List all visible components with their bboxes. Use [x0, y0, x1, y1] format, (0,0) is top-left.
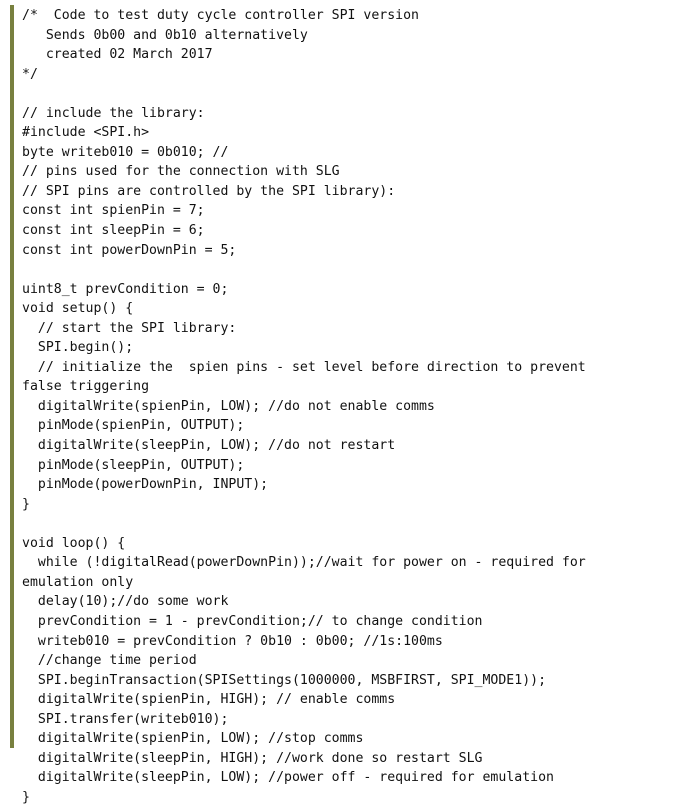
code-line: pinMode(sleepPin, OUTPUT); [22, 457, 245, 473]
code-line: SPI.begin(); [22, 340, 134, 356]
code-line: Sends 0b00 and 0b10 alternatively [22, 27, 308, 43]
code-line: emulation only [22, 574, 134, 590]
code-line: byte writeb010 = 0b010; // [22, 144, 229, 160]
code-line: prevCondition = 1 - prevCondition;// to … [22, 613, 483, 629]
code-listing: /* Code to test duty cycle controller SP… [0, 0, 688, 805]
code-line: // include the library: [22, 105, 205, 121]
code-line: digitalWrite(sleepPin, LOW); //do not re… [22, 438, 396, 454]
code-line: SPI.transfer(writeb010); [22, 711, 229, 727]
code-line: } [22, 789, 30, 805]
code-line: void loop() { [22, 535, 126, 551]
code-line: SPI.beginTransaction(SPISettings(1000000… [22, 672, 547, 688]
code-line: digitalWrite(spienPin, LOW); //stop comm… [22, 731, 364, 747]
code-line: digitalWrite(sleepPin, HIGH); //work don… [22, 750, 483, 766]
code-line: digitalWrite(spienPin, HIGH); // enable … [22, 692, 396, 708]
code-line: pinMode(spienPin, OUTPUT); [22, 418, 245, 434]
code-line: writeb010 = prevCondition ? 0b10 : 0b00;… [22, 633, 443, 649]
code-line: // start the SPI library: [22, 320, 237, 336]
code-text-area[interactable]: /* Code to test duty cycle controller SP… [0, 6, 688, 807]
code-line: false triggering [22, 379, 150, 395]
code-line: /* Code to test duty cycle controller SP… [22, 8, 419, 23]
code-line: //change time period [22, 653, 197, 669]
code-line: delay(10);//do some work [22, 594, 229, 610]
code-line: const int powerDownPin = 5; [22, 242, 237, 258]
code-line: */ [22, 66, 38, 82]
code-line: digitalWrite(spienPin, LOW); //do not en… [22, 398, 435, 414]
code-line: digitalWrite(sleepPin, LOW); //power off… [22, 770, 554, 786]
code-line: // initialize the spien pins - set level… [22, 359, 586, 375]
code-line: } [22, 496, 30, 512]
code-line: void setup() { [22, 301, 134, 317]
code-line: const int spienPin = 7; [22, 203, 205, 219]
code-line: uint8_t prevCondition = 0; [22, 281, 229, 297]
code-line: while (!digitalRead(powerDownPin));//wai… [22, 555, 586, 571]
code-line: created 02 March 2017 [22, 47, 213, 63]
code-line: pinMode(powerDownPin, INPUT); [22, 477, 269, 493]
code-line: #include <SPI.h> [22, 125, 150, 141]
code-line: const int sleepPin = 6; [22, 223, 205, 239]
code-line: // SPI pins are controlled by the SPI li… [22, 183, 396, 199]
code-line: // pins used for the connection with SLG [22, 164, 340, 180]
